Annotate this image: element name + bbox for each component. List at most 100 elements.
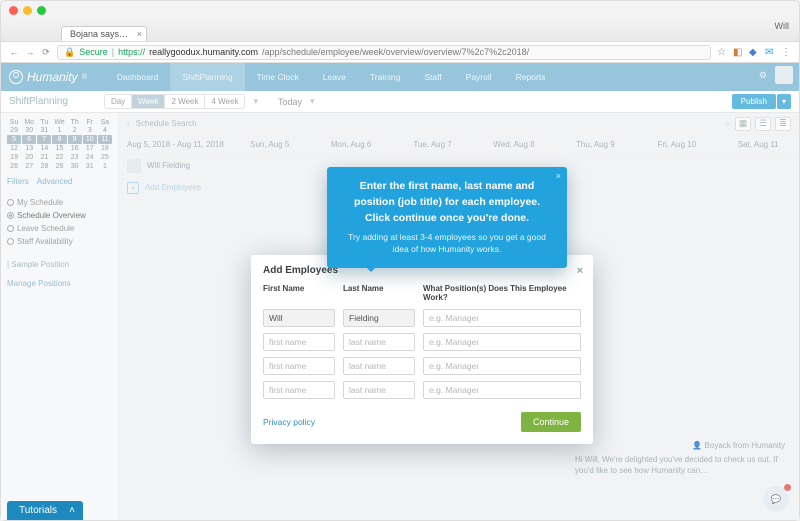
first-name-input[interactable]: [263, 357, 335, 375]
avatar[interactable]: [775, 66, 793, 84]
position-input[interactable]: [423, 333, 581, 351]
range-4week[interactable]: 4 Week: [205, 95, 244, 108]
tutorials-tab[interactable]: Tutorials ˄: [7, 501, 83, 520]
ext3-icon[interactable]: ✉: [765, 47, 775, 58]
position-input[interactable]: [423, 381, 581, 399]
first-name-input[interactable]: [263, 381, 335, 399]
cal-day[interactable]: 13: [22, 144, 36, 153]
cal-day[interactable]: 3: [83, 126, 97, 135]
view-grid-icon[interactable]: ▦: [735, 117, 751, 131]
chevron-left-icon[interactable]: ‹: [127, 119, 130, 128]
close-icon[interactable]: ×: [556, 171, 561, 181]
brand[interactable]: Humanity®: [9, 70, 87, 84]
cal-day[interactable]: 29: [7, 126, 21, 135]
continue-button[interactable]: Continue: [521, 412, 581, 432]
cal-day[interactable]: 11: [98, 135, 112, 144]
close-icon[interactable]: ×: [577, 265, 583, 277]
chat-launcher-icon[interactable]: 💬: [763, 486, 789, 512]
cal-day[interactable]: 7: [37, 135, 51, 144]
cal-day[interactable]: 4: [98, 126, 112, 135]
cal-day[interactable]: 1: [52, 126, 66, 135]
reload-icon[interactable]: ⟳: [41, 47, 51, 58]
position-input[interactable]: [423, 357, 581, 375]
cal-day[interactable]: 14: [37, 144, 51, 153]
browser-tab[interactable]: Bojana says… ×: [61, 26, 147, 41]
nav-leave[interactable]: Leave: [311, 63, 358, 91]
view-list-icon[interactable]: ≣: [775, 117, 791, 131]
cal-day[interactable]: 31: [83, 162, 97, 171]
nav-forward-icon[interactable]: →: [25, 47, 35, 57]
today-button[interactable]: Today: [278, 97, 302, 107]
mini-calendar[interactable]: Su Mo Tu We Th Fr Sa 2930311234567891011…: [7, 119, 112, 171]
nav-dashboard[interactable]: Dashboard: [105, 63, 171, 91]
nav-reports[interactable]: Reports: [504, 63, 558, 91]
cal-day[interactable]: 22: [52, 153, 66, 162]
sidebar-filters[interactable]: Filters: [7, 177, 29, 186]
cal-day[interactable]: 28: [37, 162, 51, 171]
nav-timeclock[interactable]: Time Clock: [245, 63, 311, 91]
cal-day[interactable]: 30: [68, 162, 82, 171]
nav-shiftplanning[interactable]: ShiftPlanning: [170, 63, 244, 91]
range-dropdown-icon[interactable]: ▾: [253, 96, 258, 107]
sidebar-advanced[interactable]: Advanced: [37, 177, 73, 186]
cal-day[interactable]: 8: [52, 135, 66, 144]
cal-day[interactable]: 17: [83, 144, 97, 153]
cal-day[interactable]: 31: [37, 126, 51, 135]
traffic-close-icon[interactable]: [9, 6, 18, 15]
cal-day[interactable]: 30: [22, 126, 36, 135]
menu-icon[interactable]: ⋮: [781, 47, 791, 58]
last-name-input[interactable]: [343, 333, 415, 351]
cal-day[interactable]: 24: [83, 153, 97, 162]
star-icon[interactable]: ☆: [717, 47, 727, 58]
position-input[interactable]: [423, 309, 581, 327]
traffic-min-icon[interactable]: [23, 6, 32, 15]
last-name-input[interactable]: [343, 357, 415, 375]
cal-day[interactable]: 20: [22, 153, 36, 162]
schedule-search[interactable]: Schedule Search: [136, 119, 197, 128]
publish-button[interactable]: Publish: [732, 94, 776, 109]
sidebar-item-myschedule[interactable]: My Schedule: [7, 196, 112, 209]
ext-icon[interactable]: ◧: [733, 47, 743, 58]
cal-day[interactable]: 16: [68, 144, 82, 153]
cal-day[interactable]: 12: [7, 144, 21, 153]
cal-day[interactable]: 29: [52, 162, 66, 171]
close-icon[interactable]: ×: [137, 29, 142, 39]
last-name-input[interactable]: [343, 309, 415, 327]
nav-staff[interactable]: Staff: [412, 63, 453, 91]
traffic-max-icon[interactable]: [37, 6, 46, 15]
sidebar-item-leaveschedule[interactable]: Leave Schedule: [7, 222, 112, 235]
cal-day[interactable]: 18: [98, 144, 112, 153]
last-name-input[interactable]: [343, 381, 415, 399]
cal-day[interactable]: 27: [22, 162, 36, 171]
cal-day[interactable]: 15: [52, 144, 66, 153]
cal-day[interactable]: 5: [7, 135, 21, 144]
cal-day[interactable]: 2: [68, 126, 82, 135]
privacy-link[interactable]: Privacy policy: [263, 417, 315, 427]
star-icon[interactable]: ☆: [724, 119, 731, 128]
sidebar-item-staffavail[interactable]: Staff Availability: [7, 235, 112, 248]
cal-day[interactable]: 25: [98, 153, 112, 162]
cal-day[interactable]: 19: [7, 153, 21, 162]
nav-back-icon[interactable]: ←: [9, 47, 19, 57]
publish-caret[interactable]: ▾: [777, 94, 791, 109]
cal-day[interactable]: 26: [7, 162, 21, 171]
cal-day[interactable]: 21: [37, 153, 51, 162]
cal-day[interactable]: 10: [83, 135, 97, 144]
range-week[interactable]: Week: [132, 95, 165, 108]
nav-training[interactable]: Training: [358, 63, 412, 91]
ext2-icon[interactable]: ◆: [749, 47, 759, 58]
address-bar[interactable]: 🔒 Secure | https://reallygoodux.humanity…: [57, 45, 711, 60]
cal-day[interactable]: 23: [68, 153, 82, 162]
range-day[interactable]: Day: [105, 95, 132, 108]
cal-day[interactable]: 9: [68, 135, 82, 144]
first-name-input[interactable]: [263, 333, 335, 351]
sidebar-manage-positions[interactable]: Manage Positions: [7, 279, 112, 288]
gear-icon[interactable]: ⚙: [759, 70, 767, 81]
today-dropdown-icon[interactable]: ▾: [310, 96, 315, 107]
sidebar-sample-position[interactable]: | Sample Position: [7, 260, 112, 269]
view-compact-icon[interactable]: ☰: [755, 117, 771, 131]
nav-payroll[interactable]: Payroll: [454, 63, 504, 91]
cal-day[interactable]: 1: [98, 162, 112, 171]
sidebar-item-scheduleoverview[interactable]: Schedule Overview: [7, 209, 112, 222]
range-2week[interactable]: 2 Week: [165, 95, 205, 108]
